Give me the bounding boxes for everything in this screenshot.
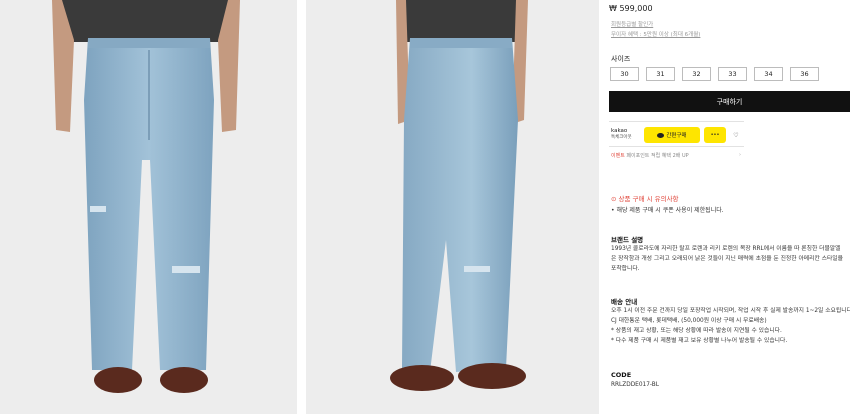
size-option-34[interactable]: 34 bbox=[754, 67, 783, 81]
event-text: 페이포인트 적립 혜택 2배 UP bbox=[626, 153, 689, 159]
size-option-33[interactable]: 33 bbox=[718, 67, 747, 81]
delivery-line: CJ 대한통운 택배, 롯데택배, (50,000원 이상 구매 시 무료배송) bbox=[611, 318, 767, 324]
size-option-31[interactable]: 31 bbox=[646, 67, 675, 81]
jeans-side-illustration bbox=[390, 0, 528, 391]
kakao-logo-sub: 톡체크아웃 bbox=[611, 134, 632, 140]
brand-title: 브랜드 설명 bbox=[611, 236, 644, 244]
installment-benefit-link[interactable]: 무이자 혜택 : 5만원 이상 (최대 6개월) bbox=[611, 30, 700, 38]
size-option-30[interactable]: 30 bbox=[610, 67, 639, 81]
kakao-pay-button[interactable]: 간편구매 bbox=[644, 127, 700, 143]
notice-text: • 해당 제품 구매 시 쿠폰 사용이 제한됩니다. bbox=[611, 207, 724, 214]
size-label: 사이즈 bbox=[611, 55, 631, 63]
delivery-title: 배송 안내 bbox=[611, 298, 638, 306]
chevron-right-icon: › bbox=[739, 152, 741, 158]
product-photo-side[interactable] bbox=[306, 0, 599, 414]
kakao-logo: kakao 톡체크아웃 bbox=[611, 128, 632, 141]
size-options: 30 31 32 33 34 36 bbox=[610, 67, 819, 81]
jeans-front-illustration bbox=[52, 0, 240, 393]
code-title: CODE bbox=[611, 371, 632, 379]
brand-line: 포착합니다. bbox=[611, 266, 640, 272]
brand-description: 1993년 콜로라도에 자리한 랄프 로렌과 리키 로렌의 목장 RRL에서 이… bbox=[611, 244, 843, 274]
delivery-line: * 다수 제품 구매 시 제품별 재고 보유 상황별 나누어 발송될 수 있습니… bbox=[611, 338, 788, 344]
talk-bubble-icon bbox=[657, 132, 665, 138]
buy-button[interactable]: 구매하기 bbox=[609, 91, 850, 112]
kakao-checkout: kakao 톡체크아웃 간편구매 ••• ♡ bbox=[609, 121, 744, 147]
kakao-more-button[interactable]: ••• bbox=[704, 127, 726, 143]
brand-line: 1993년 콜로라도에 자리한 랄프 로렌과 리키 로렌의 목장 RRL에서 이… bbox=[611, 246, 841, 252]
product-code: RRLZDDE017-BL bbox=[611, 382, 660, 388]
size-option-32[interactable]: 32 bbox=[682, 67, 711, 81]
event-tag: 이벤트 bbox=[611, 153, 625, 159]
heart-icon[interactable]: ♡ bbox=[730, 127, 742, 143]
kakao-event-banner[interactable]: 이벤트 페이포인트 적립 혜택 2배 UP › bbox=[611, 152, 741, 159]
brand-line: 은 장작함과 개성 그리고 오래되어 낡은 것들이 지닌 매력에 초점을 둔 진… bbox=[611, 256, 843, 262]
size-option-36[interactable]: 36 bbox=[790, 67, 819, 81]
kakao-pay-label: 간편구매 bbox=[666, 133, 687, 139]
product-price: ₩ 599,000 bbox=[609, 4, 653, 13]
delivery-line: 오후 1시 이전 주문 건까지 당일 포장작업 시작되며, 작업 시작 후 실제… bbox=[611, 308, 850, 314]
member-price-link[interactable]: 회원등급별 할인가 bbox=[611, 20, 653, 28]
delivery-description: 오후 1시 이전 주문 건까지 당일 포장작업 시작되며, 작업 시작 후 실제… bbox=[611, 306, 850, 346]
notice-title: ⊙ 상품 구매 시 유의사항 bbox=[611, 195, 679, 203]
delivery-line: * 상품의 재고 상황, 또는 해당 상황에 따라 발송이 지연될 수 있습니다… bbox=[611, 328, 782, 334]
product-info-panel: ₩ 599,000 회원등급별 할인가 무이자 혜택 : 5만원 이상 (최대 … bbox=[609, 0, 850, 414]
product-photo-front[interactable] bbox=[0, 0, 297, 414]
